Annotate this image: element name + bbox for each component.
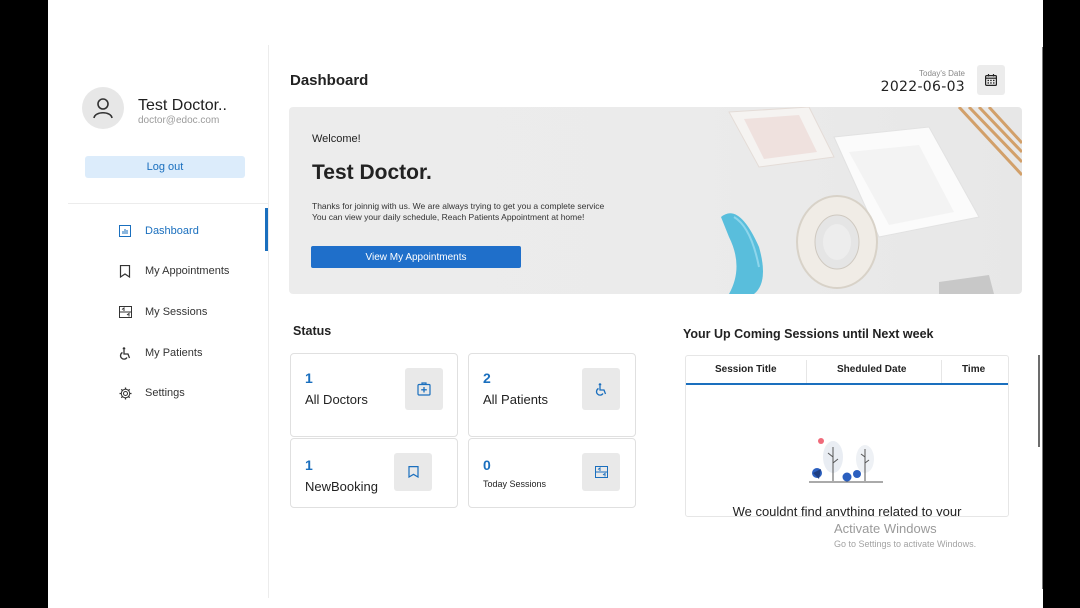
welcome-banner: Welcome! Test Doctor. Thanks for joinnig… <box>289 107 1022 294</box>
user-icon <box>93 98 113 119</box>
nav-item-patients[interactable]: My Patients <box>118 346 202 360</box>
divider <box>941 360 942 383</box>
activate-windows-subtitle: Go to Settings to activate Windows. <box>834 539 977 549</box>
avatar <box>82 87 124 129</box>
empty-state-message: We couldnt find anything related to your <box>732 504 962 517</box>
card-value: 2 <box>483 370 491 386</box>
bookmark-icon <box>394 453 432 491</box>
column-header[interactable]: Time <box>962 364 985 375</box>
date-label: Today's Date <box>919 69 965 78</box>
banner-doctor-name: Test Doctor. <box>312 161 432 184</box>
banner-description: Thanks for joinnig with us. We are alway… <box>312 201 604 223</box>
logout-button[interactable]: Log out <box>85 156 245 178</box>
page-scrollbar[interactable] <box>1042 47 1043 589</box>
column-header[interactable]: Sheduled Date <box>837 364 906 375</box>
calendar-button[interactable] <box>977 65 1005 95</box>
app-window: Test Doctor.. doctor@edoc.com Log out Da… <box>48 0 1043 608</box>
status-card-newbooking[interactable]: 1 NewBooking <box>290 438 458 508</box>
status-card-patients[interactable]: 2 All Patients <box>468 353 636 437</box>
nav-label: My Sessions <box>145 306 208 318</box>
dashboard-icon <box>118 224 132 238</box>
table-scrollbar[interactable] <box>1038 355 1040 447</box>
sessions-icon <box>582 453 620 491</box>
card-value: 0 <box>483 457 491 473</box>
bookmark-icon <box>118 264 132 278</box>
gear-icon <box>118 386 132 400</box>
wheelchair-icon <box>118 346 132 360</box>
card-label: All Doctors <box>305 392 368 407</box>
hospital-icon <box>405 368 443 410</box>
card-label: NewBooking <box>305 479 378 494</box>
card-label: Today Sessions <box>483 479 547 489</box>
activate-windows-title: Activate Windows <box>834 521 937 536</box>
status-title: Status <box>293 324 332 338</box>
view-appointments-button[interactable]: View My Appointments <box>311 246 521 268</box>
nav-item-dashboard[interactable]: Dashboard <box>118 224 199 238</box>
nav-item-sessions[interactable]: My Sessions <box>118 305 207 319</box>
divider <box>68 203 268 204</box>
calendar-icon <box>985 74 997 86</box>
table-header: Session Title Sheduled Date Time <box>686 356 1008 385</box>
sidebar: Test Doctor.. doctor@edoc.com Log out Da… <box>48 0 268 608</box>
card-value: 1 <box>305 370 313 386</box>
upcoming-title: Your Up Coming Sessions until Next week <box>683 327 934 341</box>
nav-label: Settings <box>145 387 185 399</box>
banner-line: You can view your daily schedule, Reach … <box>312 212 585 222</box>
nav-item-settings[interactable]: Settings <box>118 386 185 400</box>
nav-item-appointments[interactable]: My Appointments <box>118 264 229 278</box>
sessions-icon <box>118 305 132 319</box>
nav-label: My Patients <box>145 347 203 359</box>
page-title: Dashboard <box>290 72 369 89</box>
doctor-email: doctor@edoc.com <box>138 115 220 126</box>
column-header[interactable]: Session Title <box>715 364 777 375</box>
wheelchair-icon <box>582 368 620 410</box>
sidebar-border <box>268 45 269 598</box>
card-value: 1 <box>305 457 313 473</box>
date-value: 2022-06-03 <box>880 79 965 95</box>
doctor-name: Test Doctor.. <box>138 97 227 114</box>
status-card-doctors[interactable]: 1 All Doctors <box>290 353 458 437</box>
nav-label: My Appointments <box>145 265 230 277</box>
empty-state-illustration <box>809 438 883 483</box>
nav-label: Dashboard <box>145 225 199 237</box>
sessions-table: Session Title Sheduled Date Time We coul… <box>685 355 1009 517</box>
divider <box>806 360 807 383</box>
status-card-sessions[interactable]: 0 Today Sessions <box>468 438 636 508</box>
banner-line: Thanks for joinnig with us. We are alway… <box>312 201 605 211</box>
card-label: All Patients <box>483 392 549 407</box>
welcome-text: Welcome! <box>312 133 361 145</box>
